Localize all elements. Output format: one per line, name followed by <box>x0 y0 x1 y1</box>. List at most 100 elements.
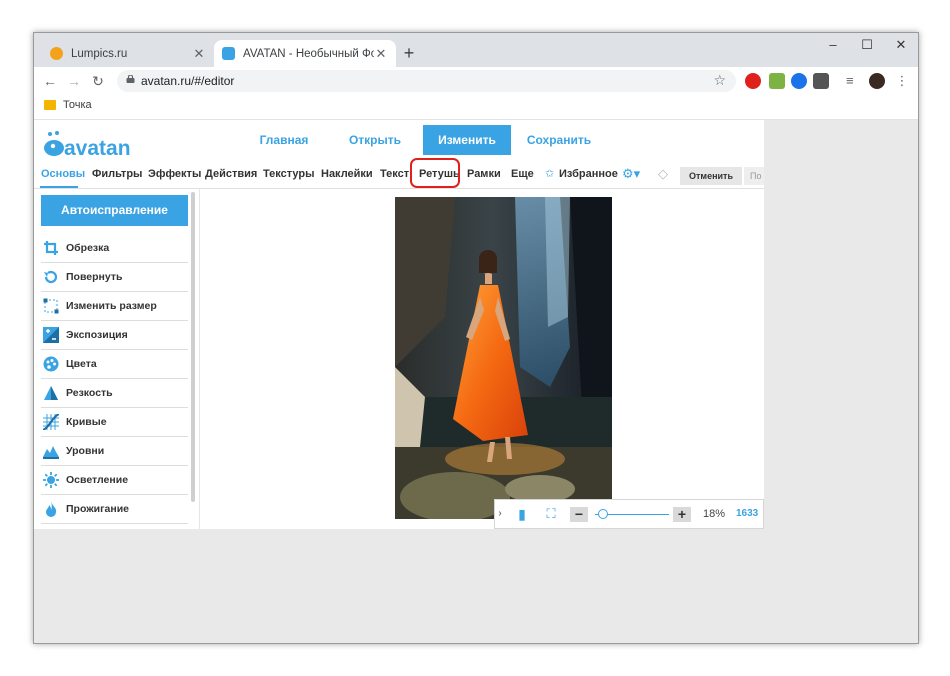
tool-label: Изменить размер <box>66 300 157 312</box>
tab-lumpics[interactable]: Lumpics.ru ✕ <box>42 40 214 67</box>
address-bar[interactable]: ☆ <box>117 70 736 92</box>
menu-filters[interactable]: Фильтры <box>92 161 142 187</box>
basics-tool-panel: Автоисправление Обрезка Повернуть Измени… <box>34 189 200 529</box>
auto-fix-button[interactable]: Автоисправление <box>41 195 188 226</box>
tool-sharpness[interactable]: Резкость <box>41 379 188 408</box>
tab-title: Lumpics.ru <box>71 47 128 60</box>
close-tab-icon[interactable]: ✕ <box>192 46 206 62</box>
menu-effects[interactable]: Эффекты <box>148 161 201 187</box>
reload-icon[interactable]: ↻ <box>88 71 108 91</box>
settings-gear-icon[interactable]: ⚙▾ <box>622 161 640 187</box>
menu-frames[interactable]: Рамки <box>467 161 501 187</box>
curves-icon <box>42 414 60 430</box>
bookmark-star-icon[interactable]: ☆ <box>713 72 726 89</box>
reading-list-icon[interactable]: ≡ <box>846 73 862 89</box>
close-tab-icon[interactable]: ✕ <box>374 46 388 62</box>
tool-curves[interactable]: Кривые <box>41 408 188 437</box>
extension-cube-icon[interactable] <box>813 73 829 89</box>
back-icon[interactable]: ← <box>40 71 60 91</box>
nav-save[interactable]: Сохранить <box>518 125 600 155</box>
resize-icon <box>42 298 60 314</box>
forward-icon[interactable]: → <box>64 71 84 91</box>
menu-textures[interactable]: Текстуры <box>263 161 315 187</box>
fit-screen-icon[interactable]: ⛶ <box>542 500 560 528</box>
menu-more[interactable]: Еще <box>511 161 534 187</box>
tab-strip: Lumpics.ru ✕ AVATAN - Необычный Фоторед … <box>34 33 918 67</box>
tool-resize[interactable]: Изменить размер <box>41 292 188 321</box>
minimize-icon[interactable]: – <box>818 33 848 59</box>
crop-icon <box>42 240 60 256</box>
photo-canvas[interactable] <box>395 197 612 519</box>
extension-globe-icon[interactable] <box>791 73 807 89</box>
browser-toolbar: ← → ↻ ☆ ≡ ⋮ <box>34 67 918 95</box>
extension-green-icon[interactable] <box>769 73 785 89</box>
favorites-star-icon[interactable]: ✩ <box>545 161 554 187</box>
active-menu-underline <box>40 186 78 188</box>
avatan-editor: avatan Главная Открыть Изменить Сохранит… <box>34 120 764 529</box>
tool-panel-scrollbar[interactable] <box>191 192 195 502</box>
levels-icon <box>42 443 60 459</box>
bookmark-label: Точка <box>63 99 92 111</box>
tab-avatan[interactable]: AVATAN - Необычный Фоторед ✕ <box>214 40 396 67</box>
sun-icon <box>42 472 60 488</box>
page-content: avatan Главная Открыть Изменить Сохранит… <box>34 120 918 643</box>
retouch-highlight-box <box>410 158 460 188</box>
nav-home[interactable]: Главная <box>244 125 324 155</box>
logo-wordmark: avatan <box>64 137 131 160</box>
collapse-chevron-icon[interactable]: › <box>495 500 505 528</box>
menu-actions[interactable]: Действия <box>205 161 257 187</box>
undo-button[interactable]: Отменить <box>680 167 742 185</box>
tool-label: Осветление <box>66 474 129 486</box>
compare-icon[interactable]: ▮ <box>513 500 531 528</box>
zoom-slider-knob[interactable] <box>598 509 608 519</box>
folder-icon <box>44 100 56 110</box>
tool-label: Кривые <box>66 416 107 428</box>
flame-icon <box>42 501 60 517</box>
tool-burn[interactable]: Прожигание <box>41 495 188 524</box>
menu-basics[interactable]: Основы <box>41 161 85 187</box>
menu-text[interactable]: Текст <box>380 161 409 187</box>
tool-exposure[interactable]: Экспозиция <box>41 321 188 350</box>
tool-label: Резкость <box>66 387 113 399</box>
zoom-out-button[interactable]: − <box>570 507 588 522</box>
extension-red-icon[interactable] <box>745 73 761 89</box>
zoom-toolbar: › ▮ ⛶ − + 18% 1633 <box>494 499 764 529</box>
tool-dodge[interactable]: Осветление <box>41 466 188 495</box>
layers-icon[interactable]: ◇ <box>658 161 668 187</box>
menu-stickers[interactable]: Наклейки <box>321 161 373 187</box>
zoom-slider[interactable] <box>595 509 669 520</box>
tab-title: AVATAN - Необычный Фоторед <box>243 47 374 60</box>
menu-favorites[interactable]: Избранное <box>559 161 618 187</box>
tool-label: Повернуть <box>66 271 123 283</box>
avatar[interactable] <box>869 73 885 89</box>
sharpness-icon <box>42 385 60 401</box>
tool-colors[interactable]: Цвета <box>41 350 188 379</box>
url-input[interactable] <box>141 70 701 92</box>
tool-label: Цвета <box>66 358 97 370</box>
woman-orange-dress-photo <box>395 197 612 519</box>
maximize-icon[interactable]: ☐ <box>852 33 882 59</box>
bookmark-tochka[interactable]: Точка <box>44 99 92 111</box>
nav-open[interactable]: Открыть <box>334 125 416 155</box>
tool-crop[interactable]: Обрезка <box>41 234 188 263</box>
zoom-percent: 18% <box>702 508 726 520</box>
browser-window: Lumpics.ru ✕ AVATAN - Необычный Фоторед … <box>33 32 919 644</box>
bookmarks-bar: Точка <box>34 95 918 120</box>
redo-button[interactable]: По <box>744 167 764 185</box>
menu-kebab-icon[interactable]: ⋮ <box>894 73 910 89</box>
tool-levels[interactable]: Уровни <box>41 437 188 466</box>
palette-icon <box>42 356 60 372</box>
zoom-in-button[interactable]: + <box>673 507 691 522</box>
new-tab-button[interactable]: + <box>398 42 420 64</box>
avatan-logo: avatan <box>44 131 131 160</box>
tool-label: Обрезка <box>66 242 110 254</box>
tool-label: Экспозиция <box>66 329 128 341</box>
tool-label: Уровни <box>66 445 105 457</box>
lumpics-favicon-icon <box>50 47 63 60</box>
tool-category-menu: Основы Фильтры Эффекты Действия Текстуры… <box>34 161 764 189</box>
rotate-icon <box>42 269 60 285</box>
tool-rotate[interactable]: Повернуть <box>41 263 188 292</box>
close-window-icon[interactable]: ✕ <box>886 33 916 59</box>
exposure-icon <box>42 327 60 343</box>
nav-edit[interactable]: Изменить <box>423 125 511 155</box>
